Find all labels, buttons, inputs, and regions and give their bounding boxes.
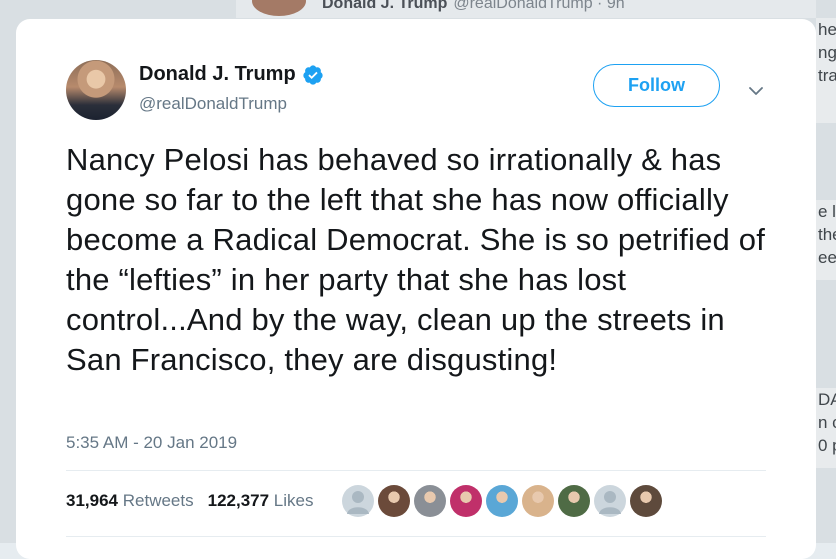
fragment-line: ng xyxy=(818,43,836,62)
divider xyxy=(66,536,766,537)
liker-default-avatar[interactable] xyxy=(594,485,626,517)
follow-button[interactable]: Follow xyxy=(593,64,720,107)
fragment-line: eet xyxy=(818,248,836,267)
likes-count: 122,377 xyxy=(207,491,270,510)
fragment-line: 0 p xyxy=(818,436,836,455)
liker-user-avatar[interactable] xyxy=(486,485,518,517)
tweet-timestamp[interactable]: 5:35 AM - 20 Jan 2019 xyxy=(66,433,237,453)
liker-user-avatar[interactable] xyxy=(630,485,662,517)
default-avatar-icon xyxy=(599,491,621,514)
background-author: Donald J. Trump @realDonaldTrump · 9h xyxy=(322,0,625,13)
fragment-line: DA xyxy=(818,390,836,409)
liker-user-avatar[interactable] xyxy=(450,485,482,517)
fragment-line: the xyxy=(818,225,836,244)
fragment-line: e le xyxy=(818,202,836,221)
likes-stat[interactable]: 122,377 Likes xyxy=(208,491,314,511)
likes-label: Likes xyxy=(273,491,314,510)
divider xyxy=(66,470,766,471)
tweet-stats: 31,964 Retweets 122,377 Likes xyxy=(66,489,313,513)
liker-user-avatar[interactable] xyxy=(522,485,554,517)
background-tweet-fragment: hen ng tra xyxy=(816,18,836,123)
background-tweet-fragment: e le the eet xyxy=(816,200,836,280)
liker-user-avatar[interactable] xyxy=(378,485,410,517)
fragment-line: hen xyxy=(818,20,836,39)
default-avatar-icon xyxy=(347,491,369,514)
verified-badge-icon xyxy=(303,64,323,85)
fragment-line: n c xyxy=(818,413,836,432)
author-handle[interactable]: @realDonaldTrump xyxy=(139,94,287,114)
background-author-handle: @realDonaldTrump · 9h xyxy=(453,0,625,12)
author-name[interactable]: Donald J. Trump xyxy=(139,63,296,86)
retweets-count: 31,964 xyxy=(66,491,118,510)
background-tweet-fragment: DA n c 0 p xyxy=(816,388,836,468)
tweet-modal: Donald J. Trump @realDonaldTrump Follow … xyxy=(16,19,816,559)
liker-default-avatar[interactable] xyxy=(342,485,374,517)
retweets-label: Retweets xyxy=(122,491,194,510)
author-avatar[interactable] xyxy=(66,60,126,120)
background-author-name: Donald J. Trump xyxy=(322,0,448,12)
liker-user-avatar[interactable] xyxy=(558,485,590,517)
retweets-stat[interactable]: 31,964 Retweets xyxy=(66,491,194,511)
liker-user-avatar[interactable] xyxy=(414,485,446,517)
chevron-down-icon[interactable] xyxy=(747,82,765,100)
tweet-text: Nancy Pelosi has behaved so irrationally… xyxy=(66,142,766,377)
fragment-line: tra xyxy=(818,66,836,85)
author-name-row[interactable]: Donald J. Trump xyxy=(139,63,324,86)
liker-avatars xyxy=(342,485,662,517)
